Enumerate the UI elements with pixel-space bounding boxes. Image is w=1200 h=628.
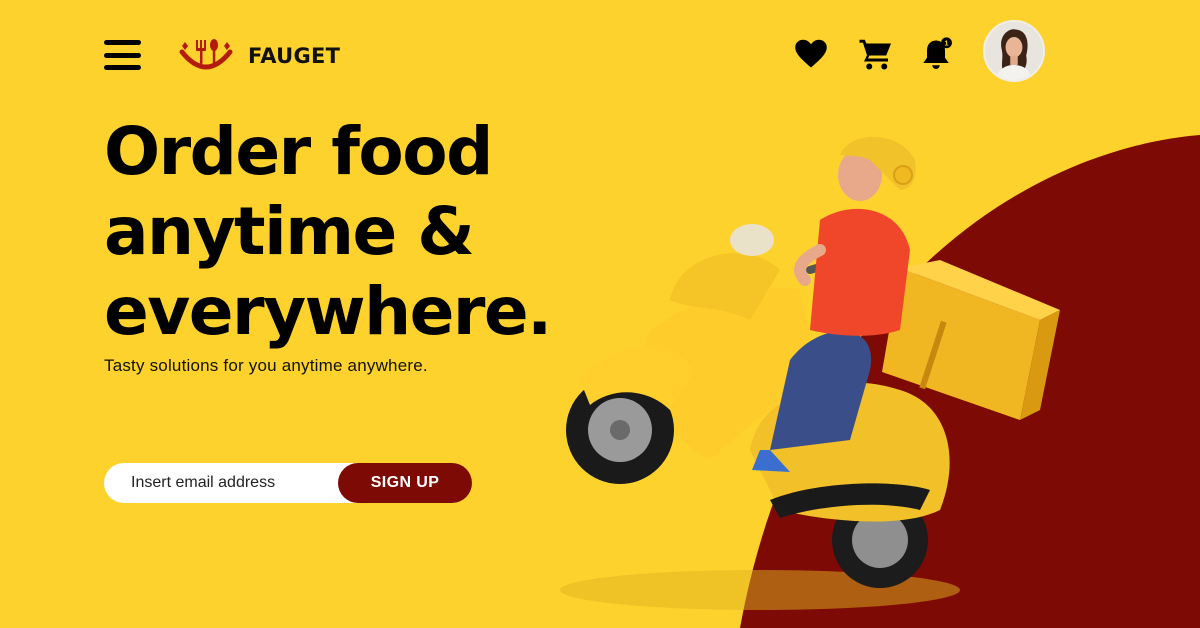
notification-badge: 1 xyxy=(944,38,948,47)
hero-subtitle: Tasty solutions for you anytime anywhere… xyxy=(104,356,428,375)
delivery-rider-scooter xyxy=(560,136,1060,610)
shopping-cart-icon[interactable] xyxy=(858,36,894,72)
sign-up-button[interactable]: SIGN UP xyxy=(338,463,472,503)
heart-icon[interactable] xyxy=(793,36,829,72)
fork-spoon-smile-icon xyxy=(179,39,233,70)
user-avatar[interactable] xyxy=(983,20,1045,82)
brand-logo[interactable]: FAUGET xyxy=(176,36,340,76)
top-navigation: FAUGET 1 xyxy=(0,0,1200,110)
email-input[interactable] xyxy=(104,463,340,503)
bell-icon[interactable]: 1 xyxy=(918,36,954,72)
brand-name: FAUGET xyxy=(248,44,341,68)
hamburger-menu-icon[interactable] xyxy=(104,40,142,70)
signup-form: SIGN UP xyxy=(104,463,472,503)
